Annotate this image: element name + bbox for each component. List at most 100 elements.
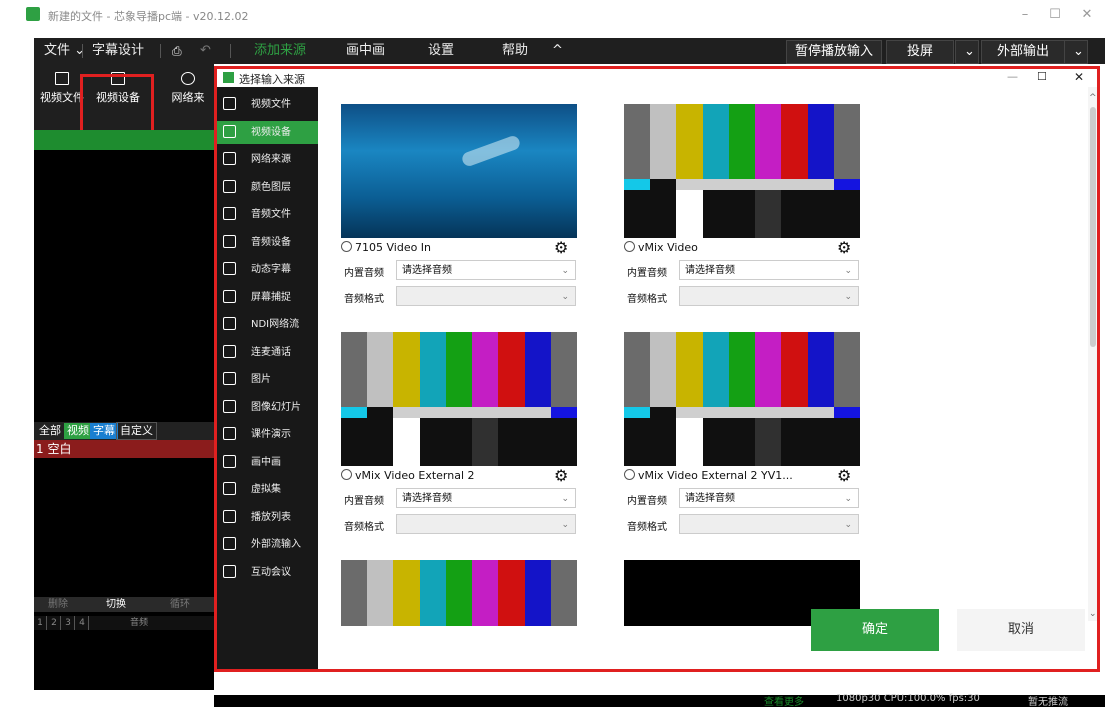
view-more-link[interactable]: 查看更多 — [764, 693, 804, 708]
toolbar-network-source[interactable]: 网络来 — [160, 72, 216, 105]
device-radio[interactable]: vMix Video External 2 YV1... — [624, 469, 793, 482]
device-preview[interactable] — [341, 332, 577, 466]
app-logo-icon — [26, 7, 40, 21]
save-icon[interactable]: ⎙ — [172, 38, 182, 64]
tab-subtitle[interactable]: 字幕 — [90, 423, 118, 439]
cast-button[interactable]: 投屏 — [886, 40, 954, 64]
slideshow-icon — [223, 399, 236, 413]
audio-format-select[interactable]: ⌄ — [396, 514, 576, 534]
switch-button[interactable]: 切换 — [106, 597, 126, 612]
sidebar-item[interactable]: 音频文件 — [217, 203, 318, 226]
slot-3[interactable]: 3 — [62, 616, 75, 630]
sidebar-item-label: 连麦通话 — [251, 346, 291, 358]
slot-2[interactable]: 2 — [48, 616, 61, 630]
ok-button[interactable]: 确定 — [811, 609, 939, 651]
menu-file[interactable]: 文件 ⌄ — [44, 38, 85, 64]
menu-subtitle-design[interactable]: 字幕设计 — [92, 38, 144, 64]
menu-add-source[interactable]: 添加来源 — [254, 38, 306, 64]
sidebar-item[interactable]: 屏幕捕捉 — [217, 286, 318, 309]
sidebar-item[interactable]: 课件演示 — [217, 423, 318, 446]
sidebar-item[interactable]: 颜色图层 — [217, 176, 318, 199]
sidebar-item[interactable]: 动态字幕 — [217, 258, 318, 281]
menu-pip[interactable]: 画中画 — [346, 38, 385, 64]
virtual-set-icon — [223, 482, 236, 495]
menu-separator — [230, 44, 231, 58]
tab-video[interactable]: 视频 — [64, 423, 92, 439]
external-output-button[interactable]: 外部输出 — [981, 40, 1065, 64]
menu-help[interactable]: 帮助 — [502, 38, 528, 64]
dialog-maximize-button[interactable]: ☐ — [1037, 70, 1047, 83]
device-name: vMix Video — [638, 241, 698, 254]
tab-custom[interactable]: 自定义 — [116, 422, 157, 440]
sidebar-item[interactable]: 播放列表 — [217, 506, 318, 529]
device-radio[interactable]: vMix Video External 2 — [341, 469, 475, 482]
audio-format-select[interactable]: ⌄ — [396, 286, 576, 306]
external-output-dropdown[interactable]: ⌄ — [1064, 40, 1088, 64]
slot-4[interactable]: 4 — [76, 616, 89, 630]
device-card[interactable]: vMix Video External 2 YV1... ⚙ 内置音频 请选择音频 ⌄ 音… — [624, 332, 860, 542]
collapse-icon[interactable]: ^ — [552, 38, 563, 64]
audio-source-select[interactable]: 请选择音频 ⌄ — [396, 260, 576, 280]
device-preview[interactable] — [341, 104, 577, 238]
audio-source-label: 内置音频 — [344, 496, 384, 507]
cancel-button[interactable]: 取消 — [957, 609, 1085, 651]
slot-1[interactable]: 1 — [34, 616, 47, 630]
sidebar-item[interactable]: 音频设备 — [217, 231, 318, 254]
device-card[interactable]: 7105 Video In ⚙ 内置音频 请选择音频 ⌄ 音频格式 ⌄ — [341, 104, 577, 314]
sidebar-item-label: 课件演示 — [251, 429, 291, 440]
maximize-button[interactable]: ☐ — [1040, 5, 1070, 25]
dialog-close-button[interactable]: ✕ — [1074, 70, 1084, 84]
cast-dropdown[interactable]: ⌄ — [955, 40, 979, 64]
sidebar-item-label: 播放列表 — [251, 511, 291, 523]
sidebar-item[interactable]: 画中画 — [217, 451, 318, 474]
audio-format-label: 音频格式 — [344, 522, 384, 533]
minimize-button[interactable]: – — [1010, 5, 1040, 25]
scroll-up-icon[interactable]: ^ — [1089, 93, 1097, 103]
tab-all[interactable]: 全部 — [36, 423, 64, 439]
sidebar-item[interactable]: 外部流输入 — [217, 533, 318, 556]
sidebar-item[interactable]: 视频设备 — [217, 120, 318, 144]
gear-icon[interactable]: ⚙ — [837, 468, 853, 484]
device-radio[interactable]: vMix Video — [624, 241, 698, 254]
sidebar-item[interactable]: 虚拟集 — [217, 478, 318, 501]
device-preview[interactable] — [624, 332, 860, 466]
dialog-minimize-button[interactable]: — — [1007, 70, 1018, 83]
sidebar-item[interactable]: 互动会议 — [217, 561, 318, 584]
toolbar-label: 网络来 — [171, 91, 205, 104]
sidebar-item-label: 视频设备 — [251, 126, 291, 138]
sidebar-item[interactable]: 图像幻灯片 — [217, 396, 318, 419]
device-card[interactable]: vMix Video External 2 ⚙ 内置音频 请选择音频 ⌄ 音频格式 ⌄ — [341, 332, 577, 542]
loop-button[interactable]: 循环 — [170, 597, 190, 612]
audio-format-select[interactable]: ⌄ — [679, 286, 859, 306]
pause-input-button[interactable]: 暂停播放输入 — [786, 40, 883, 64]
scroll-down-icon[interactable]: ⌄ — [1089, 609, 1097, 619]
gear-icon[interactable]: ⚙ — [554, 468, 570, 484]
sidebar-item[interactable]: 视频文件 — [217, 93, 318, 116]
gear-icon[interactable]: ⚙ — [837, 240, 853, 256]
delete-button[interactable]: 删除 — [48, 597, 68, 612]
scrollbar-thumb[interactable] — [1090, 107, 1096, 347]
device-preview[interactable] — [624, 104, 860, 238]
network-icon — [181, 72, 195, 85]
audio-source-select[interactable]: 请选择音频 ⌄ — [679, 488, 859, 508]
audio-source-select[interactable]: 请选择音频 ⌄ — [679, 260, 859, 280]
audio-format-label: 音频格式 — [344, 294, 384, 305]
audio-format-label: 音频格式 — [627, 522, 667, 533]
sidebar-item[interactable]: 连麦通话 — [217, 341, 318, 364]
gear-icon[interactable]: ⚙ — [554, 240, 570, 256]
menu-settings[interactable]: 设置 — [428, 38, 454, 64]
device-preview[interactable] — [341, 560, 577, 626]
close-button[interactable]: ✕ — [1072, 5, 1102, 25]
list-item[interactable]: 1 空白 — [34, 440, 214, 458]
radio-circle-icon — [624, 469, 635, 480]
sidebar-item[interactable]: NDI网络流 — [217, 313, 318, 336]
device-card[interactable]: vMix Video ⚙ 内置音频 请选择音频 ⌄ 音频格式 ⌄ — [624, 104, 860, 314]
undo-icon[interactable]: ↶ — [200, 38, 211, 64]
audio-format-select[interactable]: ⌄ — [679, 514, 859, 534]
device-radio[interactable]: 7105 Video In — [341, 241, 431, 254]
radio-circle-icon — [341, 469, 352, 480]
sidebar-item[interactable]: 图片 — [217, 368, 318, 391]
audio-source-select[interactable]: 请选择音频 ⌄ — [396, 488, 576, 508]
chevron-down-icon: ⌄ — [561, 494, 569, 504]
sidebar-item[interactable]: 网络来源 — [217, 148, 318, 171]
